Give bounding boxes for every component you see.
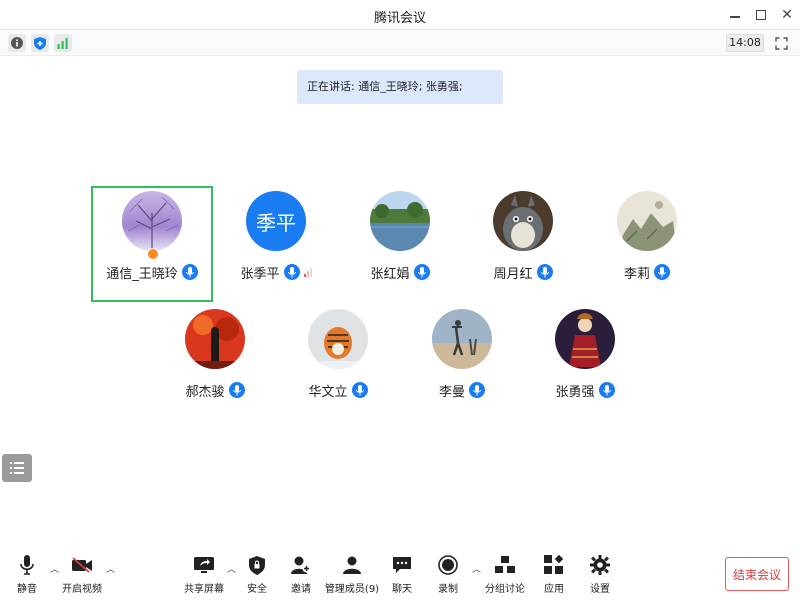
- manage-members-label: 管理成员(9): [324, 584, 380, 595]
- mic-on-icon: [469, 382, 485, 398]
- mic-on-icon: [181, 264, 198, 280]
- members-icon: [343, 556, 361, 574]
- participant-name: 周月红: [493, 266, 533, 282]
- settings-label: 设置: [590, 584, 610, 595]
- apps-button[interactable]: 应用: [542, 554, 566, 596]
- avatar: 季平: [246, 191, 306, 251]
- weak-signal-icon: [303, 267, 312, 277]
- breakout-rooms-button[interactable]: 分组讨论: [485, 554, 525, 596]
- participant-name: 张季平: [240, 266, 280, 282]
- participant-tile[interactable]: 李莉: [586, 186, 708, 302]
- participant-name: 李莉: [623, 266, 650, 282]
- avatar: [432, 309, 492, 369]
- invite-button[interactable]: 邀请: [289, 554, 313, 596]
- video-off-icon: [72, 557, 92, 573]
- share-screen-button[interactable]: 共享屏幕: [182, 554, 226, 596]
- mic-on-icon: [283, 264, 300, 280]
- title-bar: 腾讯会议 ✕: [0, 0, 800, 30]
- video-options-caret[interactable]: ︿: [106, 562, 115, 575]
- avatar: [370, 191, 430, 251]
- settings-button[interactable]: 设置: [588, 554, 612, 596]
- mute-button[interactable]: 静音: [12, 554, 42, 596]
- apps-icon: [544, 555, 564, 574]
- avatar: [617, 191, 677, 251]
- participant-tile[interactable]: 张红娟: [339, 186, 461, 302]
- info-icon: [11, 37, 23, 49]
- avatar: [185, 309, 245, 369]
- mic-on-icon: [228, 382, 245, 398]
- shield-icon: [34, 36, 46, 50]
- share-options-caret[interactable]: ︿: [227, 562, 236, 575]
- participant-tile[interactable]: 华文立: [277, 304, 399, 420]
- mic-on-icon: [413, 264, 430, 280]
- mic-on-icon: [654, 264, 670, 280]
- security-label: 安全: [247, 584, 267, 595]
- participant-tile[interactable]: 季平 张季平: [215, 186, 337, 302]
- mic-on-icon: [598, 382, 615, 398]
- window-title: 腾讯会议: [373, 11, 426, 26]
- breakout-label: 分组讨论: [485, 584, 525, 595]
- participant-tile[interactable]: 张勇强: [524, 304, 646, 420]
- shield-icon: [249, 555, 265, 575]
- chat-icon: [393, 557, 411, 573]
- fullscreen-button[interactable]: [772, 34, 790, 52]
- participant-tile[interactable]: 郝杰骏: [154, 304, 276, 420]
- share-screen-icon: [194, 557, 214, 573]
- maximize-button[interactable]: [750, 4, 772, 26]
- record-options-caret[interactable]: ︿: [472, 562, 481, 575]
- participant-tile[interactable]: 周月红: [462, 186, 584, 302]
- participant-name: 李曼: [438, 384, 465, 400]
- avatar: [555, 309, 615, 369]
- host-badge-icon: [147, 248, 159, 260]
- gear-icon: [590, 555, 610, 575]
- control-bar: 静音 ︿ 开启视频 ︿ 共享屏幕 ︿ 安全 邀请 管理成员(9) 聊天 录制 ︿…: [0, 546, 800, 600]
- meeting-info-bar: 14:08: [0, 30, 800, 56]
- security-button[interactable]: 安全: [245, 554, 269, 596]
- end-meeting-button[interactable]: 结束会议: [725, 557, 789, 591]
- apps-label: 应用: [544, 584, 564, 595]
- meeting-clock: 14:08: [726, 34, 764, 52]
- avatar: [308, 309, 368, 369]
- mic-on-icon: [536, 264, 553, 280]
- network-status-button[interactable]: [54, 34, 72, 52]
- participant-name: 通信_王晓玲: [106, 266, 178, 282]
- record-label: 录制: [438, 584, 458, 595]
- close-icon: ✕: [781, 7, 793, 23]
- share-screen-label: 共享屏幕: [184, 584, 224, 595]
- add-user-icon: [291, 556, 311, 574]
- participant-tile[interactable]: 通信_王晓玲: [91, 186, 213, 302]
- microphone-icon: [20, 555, 34, 575]
- participant-name: 张勇强: [555, 384, 595, 400]
- avatar: [122, 191, 182, 251]
- list-icon: [10, 462, 24, 474]
- mute-label: 静音: [17, 584, 37, 595]
- breakout-icon: [495, 556, 515, 573]
- start-video-label: 开启视频: [62, 584, 102, 595]
- close-button[interactable]: ✕: [776, 4, 798, 26]
- security-status-button[interactable]: [31, 34, 49, 52]
- start-video-button[interactable]: 开启视频: [60, 554, 104, 596]
- speaking-banner: 正在讲话: 通信_王晓玲; 张勇强;: [297, 70, 503, 104]
- maximize-icon: [756, 10, 766, 20]
- signal-icon: [57, 38, 68, 49]
- fullscreen-icon: [774, 36, 788, 50]
- chat-button[interactable]: 聊天: [390, 554, 414, 596]
- avatar: [493, 191, 553, 251]
- manage-members-button[interactable]: 管理成员(9): [324, 554, 380, 596]
- participant-tile[interactable]: 李曼: [401, 304, 523, 420]
- record-button[interactable]: 录制: [436, 554, 460, 596]
- mic-on-icon: [351, 382, 368, 398]
- audio-options-caret[interactable]: ︿: [50, 562, 59, 575]
- participant-name: 张红娟: [370, 266, 410, 282]
- participant-name: 华文立: [308, 384, 348, 400]
- record-icon: [438, 555, 458, 575]
- participant-name: 郝杰骏: [185, 384, 225, 400]
- meeting-info-button[interactable]: [8, 34, 26, 52]
- invite-label: 邀请: [291, 584, 311, 595]
- chat-label: 聊天: [392, 584, 412, 595]
- minimize-icon: [730, 16, 740, 18]
- minimize-button[interactable]: [724, 4, 746, 26]
- member-list-toggle[interactable]: [2, 454, 32, 482]
